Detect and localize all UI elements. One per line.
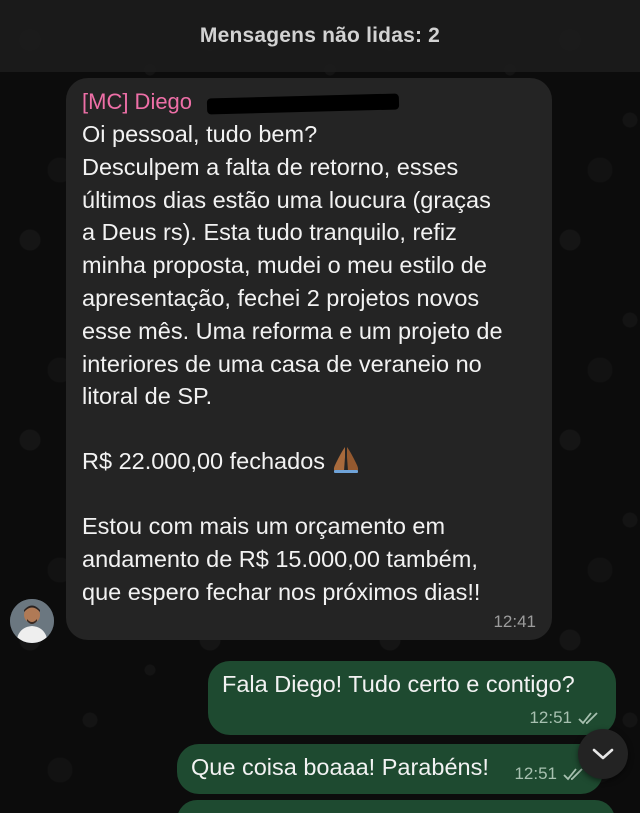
chevron-down-icon xyxy=(592,748,614,760)
message-timestamp: 12:41 xyxy=(493,612,536,631)
double-check-icon xyxy=(578,712,598,725)
outgoing-message-bubble[interactable]: Que coisa boaaa! Parabéns! 12:51 xyxy=(177,744,603,794)
message-line: Desculpem a falta de retorno, esses xyxy=(82,153,459,180)
message-line: esse mês. Uma reforma e um projeto de xyxy=(82,317,503,344)
contact-avatar[interactable] xyxy=(10,599,54,643)
scroll-to-bottom-button[interactable] xyxy=(578,729,628,779)
message-line: apresentação, fechei 2 projetos novos xyxy=(82,284,480,311)
message-timestamp: 12:51 xyxy=(529,708,572,727)
outgoing-message-text: Que coisa boaaa! Parabéns! xyxy=(191,754,489,780)
unread-messages-banner: Mensagens não lidas: 2 xyxy=(0,0,640,72)
incoming-message-bubble[interactable]: [MC] Diego Oi pessoal, tudo bem? Desculp… xyxy=(66,78,552,640)
sender-name[interactable]: [MC] Diego xyxy=(82,86,536,118)
message-paragraph-3: Estou com mais um orçamento em andamento… xyxy=(82,510,536,608)
folded-hands-emoji-icon xyxy=(333,447,359,474)
message-line: que espero fechar nos próximos dias!! xyxy=(82,578,481,605)
message-paragraph-1: Oi pessoal, tudo bem? Desculpem a falta … xyxy=(82,118,536,413)
message-line: andamento de R$ 15.000,00 também, xyxy=(82,545,478,572)
redacted-surname xyxy=(206,93,400,115)
message-line: Oi pessoal, tudo bem? xyxy=(82,121,318,147)
message-line: últimos dias estão uma loucura (graças xyxy=(82,186,491,213)
outgoing-message-bubble-partial[interactable] xyxy=(177,800,615,813)
message-meta: 12:51 xyxy=(514,764,587,784)
avatar-person-icon xyxy=(10,599,54,643)
message-line: litoral de SP. xyxy=(82,383,213,410)
message-line: a Deus rs). Esta tudo tranquilo, refiz xyxy=(82,219,457,246)
message-line: Estou com mais um orçamento em xyxy=(82,512,446,539)
chat-view[interactable]: Mensagens não lidas: 2 [MC] Diego Oi pes… xyxy=(0,0,640,813)
outgoing-message-text: Fala Diego! Tudo certo e contigo? xyxy=(222,671,575,697)
message-line: minha proposta, mudei o meu estilo de xyxy=(82,252,487,279)
outgoing-message-bubble[interactable]: Fala Diego! Tudo certo e contigo? 12:51 xyxy=(208,661,616,735)
message-amount-line: R$ 22.000,00 fechados xyxy=(82,445,536,478)
message-line: interiores de uma casa de veraneio no xyxy=(82,350,482,377)
message-meta: 12:51 xyxy=(529,708,602,728)
unread-banner-text: Mensagens não lidas: 2 xyxy=(199,24,441,47)
message-timestamp: 12:51 xyxy=(514,764,557,783)
